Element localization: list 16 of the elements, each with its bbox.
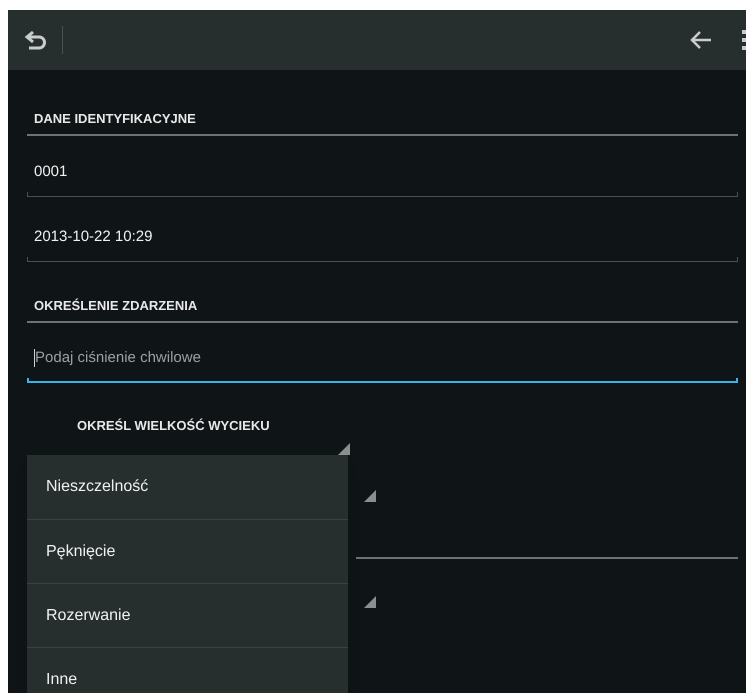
dropdown-option[interactable]: Rozerwanie <box>27 583 348 647</box>
spinner-corner-icon <box>364 490 376 502</box>
overflow-menu-icon[interactable] <box>741 28 746 52</box>
spinner[interactable]: OKREŚL WIELKOŚĆ WYCIEKU <box>27 400 350 455</box>
dropdown-option[interactable]: Pęknięcie <box>27 519 348 583</box>
back-arrow-icon[interactable] <box>689 29 713 51</box>
spinner-corner-icon <box>338 443 350 455</box>
section-heading: OKREŚLENIE ZDARZENIA <box>33 296 198 314</box>
dropdown-option[interactable]: Inne <box>27 647 348 693</box>
input-field[interactable]: Podaj ciśnienie chwilowe <box>35 346 738 370</box>
spinner-corner-icon <box>364 596 376 608</box>
text-field[interactable]: 0001 <box>27 152 738 201</box>
text-field[interactable]: 2013-10-22 10:29 <box>27 217 738 266</box>
section-heading: DANE IDENTYFIKACYJNE <box>33 110 196 128</box>
dropdown-option[interactable]: Nieszczelność <box>27 455 348 519</box>
undo-icon[interactable] <box>24 29 48 51</box>
